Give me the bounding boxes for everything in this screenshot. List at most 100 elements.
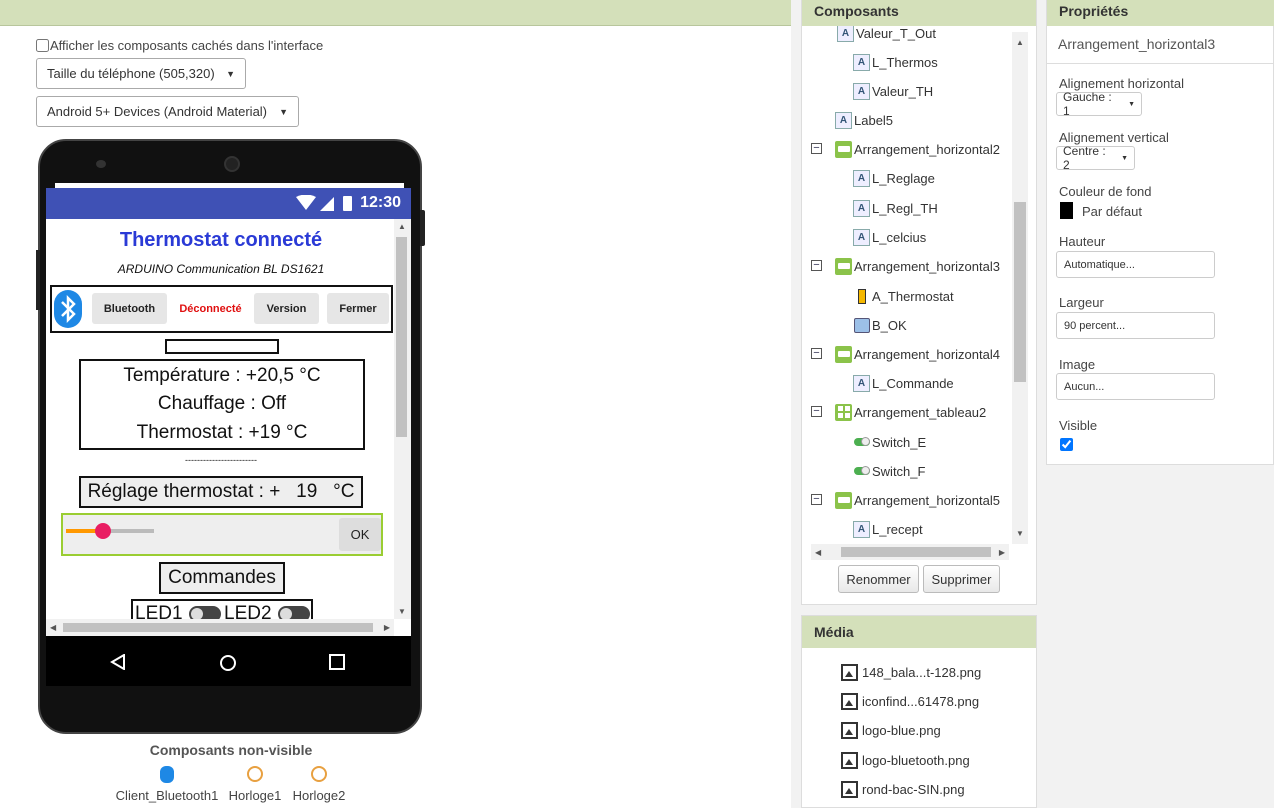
tree-item-label: Switch_E [872, 434, 927, 450]
tree-item[interactable]: A L_Commande [853, 372, 954, 394]
commands-label: Commandes [159, 562, 285, 594]
tree-item-label: L_celcius [872, 229, 927, 245]
image-file-icon [841, 780, 858, 798]
label-icon: A [837, 26, 854, 42]
image-file-icon [841, 663, 858, 681]
bg-color-swatch[interactable] [1060, 202, 1073, 219]
tree-item[interactable]: Arrangement_tableau2 [835, 401, 986, 423]
media-item[interactable]: iconfind...61478.png [841, 690, 979, 712]
chevron-down-icon: ▼ [226, 68, 235, 79]
tree-item[interactable]: Switch_F [853, 460, 925, 482]
tree-item[interactable]: A L_Thermos [853, 51, 938, 73]
chevron-down-icon: ▼ [279, 106, 288, 117]
theme-value: Android 5+ Devices (Android Material) [47, 104, 268, 119]
show-hidden-row[interactable]: Afficher les composants cachés dans l'in… [36, 38, 323, 53]
collapse-toggle-icon[interactable]: − [811, 143, 822, 154]
battery-icon [343, 196, 352, 211]
nonvisible-bluetooth[interactable]: Client_Bluetooth1 [112, 766, 222, 803]
align-h-select[interactable]: Gauche : 1 ▼ [1056, 90, 1142, 118]
tree-item[interactable]: A L_celcius [853, 226, 926, 248]
align-h-label: Alignement horizontal [1059, 76, 1185, 91]
tree-item-label: Arrangement_tableau2 [854, 404, 987, 420]
phone-vertical-scrollbar[interactable]: ▲ ▼ [394, 219, 411, 619]
button-icon [853, 317, 870, 334]
viewer-top-bar [0, 0, 791, 26]
image-label: Image [1059, 357, 1096, 372]
home-icon[interactable] [219, 654, 237, 672]
nonvisible-clock2[interactable]: Horloge2 [288, 766, 350, 803]
nonvisible-clock1[interactable]: Horloge1 [225, 766, 285, 803]
tree-item[interactable]: A L_Regl_TH [853, 197, 938, 219]
tree-vertical-scrollbar[interactable]: ▲ ▼ [1012, 32, 1028, 544]
media-item[interactable]: logo-bluetooth.png [841, 749, 970, 771]
tree-item-label: Arrangement_horizontal4 [854, 346, 1000, 362]
status-time: 12:30 [360, 194, 401, 211]
separator-dashes: ------------------------ [185, 455, 257, 465]
media-item[interactable]: rond-bac-SIN.png [841, 778, 965, 800]
show-hidden-label: Afficher les composants cachés dans l'in… [50, 38, 324, 53]
width-input[interactable]: 90 percent... [1056, 312, 1215, 339]
clock-icon [247, 766, 263, 782]
nonvisible-title: Composants non-visible [149, 742, 313, 758]
tree-item-label: Label5 [854, 112, 894, 128]
version-button[interactable]: Version [254, 293, 319, 324]
bluetooth-button[interactable]: Bluetooth [92, 293, 167, 324]
slider-thumb[interactable] [94, 523, 111, 539]
status-bar: 12:30 [46, 188, 411, 219]
label-icon: A [835, 111, 852, 129]
tree-item-label: L_Reglage [872, 170, 935, 186]
tree-item[interactable]: A L_recept [853, 518, 923, 540]
visible-checkbox[interactable] [1060, 438, 1073, 451]
media-item[interactable]: 148_bala...t-128.png [841, 661, 981, 683]
phone-size-select[interactable]: Taille du téléphone (505,320) ▼ [36, 58, 246, 89]
collapse-toggle-icon[interactable]: − [811, 348, 822, 359]
tree-item[interactable]: A Valeur_T_Out [837, 26, 936, 44]
tree-item[interactable]: A Label5 [835, 109, 893, 131]
collapse-toggle-icon[interactable]: − [811, 406, 822, 417]
nonvisible-label: Client_Bluetooth1 [115, 788, 219, 803]
height-input[interactable]: Automatique... [1056, 251, 1215, 278]
ok-button[interactable]: OK [339, 518, 381, 551]
tree-item[interactable]: Switch_E [853, 431, 926, 453]
image-input[interactable]: Aucun... [1056, 373, 1215, 400]
tree-item[interactable]: Arrangement_horizontal4 [835, 343, 1000, 365]
collapse-toggle-icon[interactable]: − [811, 494, 822, 505]
tree-item-label: Arrangement_horizontal2 [854, 141, 1000, 157]
delete-button[interactable]: Supprimer [923, 565, 1000, 593]
tree-item[interactable]: A L_Reglage [853, 167, 935, 189]
signal-icons [296, 195, 352, 211]
show-hidden-checkbox[interactable] [36, 39, 49, 52]
label-icon: A [853, 53, 870, 71]
bg-color-value[interactable]: Par défaut [1082, 204, 1142, 219]
components-header: Composants [802, 0, 1036, 26]
tree-item-label: Arrangement_horizontal5 [854, 492, 1000, 508]
tree-item-label: L_recept [872, 521, 923, 537]
media-item-label: 148_bala...t-128.png [862, 664, 982, 680]
collapse-toggle-icon[interactable]: − [811, 260, 822, 271]
tree-item[interactable]: A Valeur_TH [853, 80, 933, 102]
theme-select[interactable]: Android 5+ Devices (Android Material) ▼ [36, 96, 299, 127]
recents-icon[interactable] [329, 654, 345, 670]
rename-button[interactable]: Renommer [838, 565, 919, 593]
visible-label: Visible [1059, 418, 1098, 433]
tree-item[interactable]: B_OK [853, 314, 907, 336]
clock-icon [311, 766, 327, 782]
tree-item[interactable]: Arrangement_horizontal2 [835, 138, 1000, 160]
tree-item[interactable]: Arrangement_horizontal3 [835, 255, 1000, 277]
back-icon[interactable] [110, 654, 126, 670]
connection-status: Déconnecté [179, 302, 242, 315]
tree-item-label: Valeur_TH [872, 83, 934, 99]
media-item[interactable]: logo-blue.png [841, 719, 941, 741]
close-button[interactable]: Fermer [327, 293, 389, 324]
tree-item[interactable]: A_Thermostat [853, 285, 954, 307]
align-v-select[interactable]: Centre : 2 ▼ [1056, 144, 1135, 172]
tree-item[interactable]: Arrangement_horizontal5 [835, 489, 1000, 511]
selected-component-name: Arrangement_horizontal3 [1058, 36, 1216, 52]
horizontal-arrangement-icon [835, 257, 852, 275]
phone-horizontal-scrollbar[interactable]: ◀ ▶ [46, 619, 394, 636]
bluetooth-icon [54, 290, 82, 328]
tree-horizontal-scrollbar[interactable]: ◀ ▶ [811, 544, 1009, 560]
media-item-label: logo-blue.png [862, 722, 941, 738]
switch-icon [853, 434, 870, 451]
image-file-icon [841, 721, 858, 739]
